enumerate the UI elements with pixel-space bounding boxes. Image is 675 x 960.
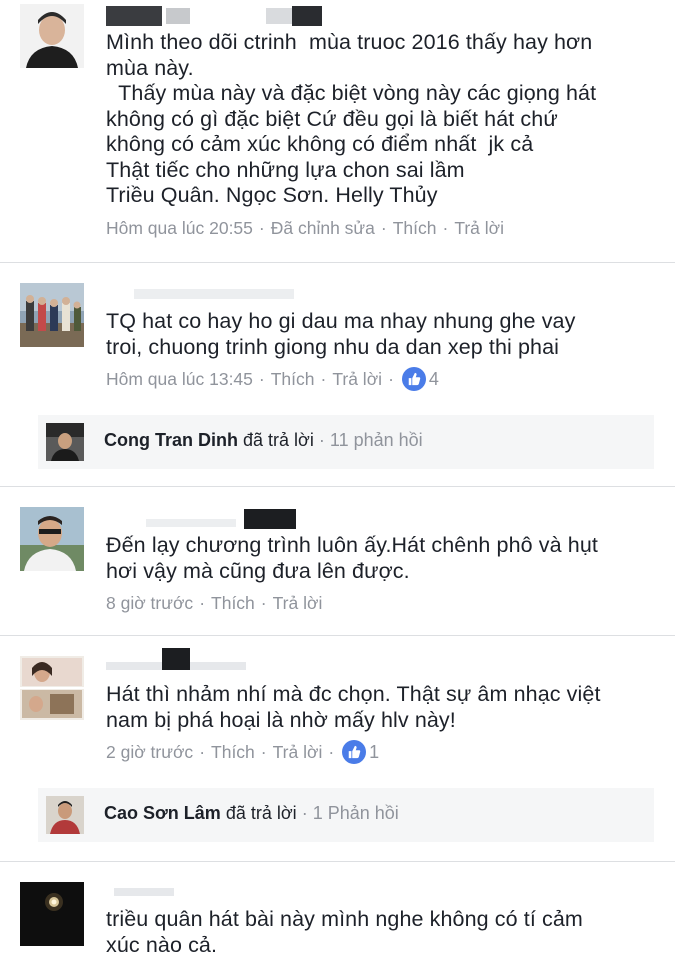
comment-text: triều quân hát bài này mình nghe không c… <box>106 907 583 957</box>
comment-text: Mình theo dõi ctrinh mùa truoc 2016 thấy… <box>106 30 597 207</box>
reply-button[interactable]: Trả lời <box>273 742 323 763</box>
avatar[interactable] <box>46 796 84 834</box>
like-button[interactable]: Thích <box>211 742 255 763</box>
separator: · <box>260 741 267 762</box>
separator: · <box>318 430 325 450</box>
timestamp[interactable]: 8 giờ trước <box>106 593 193 614</box>
timestamp[interactable]: Hôm qua lúc 20:55 <box>106 218 253 239</box>
like-button[interactable]: Thích <box>393 218 437 239</box>
separator: · <box>388 368 394 389</box>
reply-button[interactable]: Trả lời <box>454 218 504 239</box>
redacted-name <box>106 6 326 28</box>
like-button[interactable]: Thích <box>271 369 315 390</box>
separator: · <box>260 593 267 613</box>
separator: · <box>442 218 449 238</box>
comment: Đến lạy chương trình luôn ấy.Hát chênh p… <box>0 487 675 635</box>
separator: · <box>199 741 206 762</box>
avatar[interactable] <box>20 507 84 571</box>
avatar[interactable] <box>20 283 84 347</box>
separator: · <box>328 741 335 762</box>
separator: · <box>320 368 327 389</box>
like-count[interactable]: 4 <box>429 369 439 390</box>
comment: Mình theo dõi ctrinh mùa truoc 2016 thấy… <box>0 0 675 262</box>
reply-author-name[interactable]: Cong Tran Dinh <box>104 430 238 450</box>
comment: triều quân hát bài này mình nghe không c… <box>0 862 675 960</box>
comment-text: Đến lạy chương trình luôn ấy.Hát chênh p… <box>106 533 598 583</box>
redacted-name <box>106 285 306 307</box>
separator: · <box>258 368 265 389</box>
comment-meta: 2 giờ trước · Thích · Trả lời · 1 <box>106 740 379 764</box>
separator: · <box>301 803 308 823</box>
comment-text: TQ hat co hay ho gi dau ma nhay nhung gh… <box>106 309 576 359</box>
like-count[interactable]: 1 <box>369 742 379 763</box>
reply-summary-line[interactable]: Cong Tran Dinh đã trả lời · 11 phản hồi <box>104 430 423 451</box>
separator: · <box>199 593 206 613</box>
like-button[interactable]: Thích <box>211 593 255 614</box>
reply-count[interactable]: 11 phản hồi <box>330 430 423 450</box>
avatar[interactable] <box>20 4 84 68</box>
timestamp[interactable]: Hôm qua lúc 13:45 <box>106 369 253 390</box>
separator: · <box>380 218 387 238</box>
comment-meta: Hôm qua lúc 20:55 · Đã chỉnh sửa · Thích… <box>106 218 504 239</box>
redacted-name <box>106 880 306 902</box>
reply-summary-line[interactable]: Cao Sơn Lâm đã trả lời · 1 Phản hồi <box>104 803 399 824</box>
thumbs-up-icon <box>401 367 426 391</box>
reply-count[interactable]: 1 Phản hồi <box>313 803 399 823</box>
reply-button[interactable]: Trả lời <box>332 369 382 390</box>
comment-text: Hát thì nhảm nhí mà đc chọn. Thật sự âm … <box>106 682 601 732</box>
replies-summary[interactable]: Cao Sơn Lâm đã trả lời · 1 Phản hồi <box>38 788 654 842</box>
edited-label[interactable]: Đã chỉnh sửa <box>271 218 375 239</box>
comment: Hát thì nhảm nhí mà đc chọn. Thật sự âm … <box>0 636 675 861</box>
comment-meta: 8 giờ trước · Thích · Trả lời <box>106 593 322 614</box>
avatar[interactable] <box>20 656 84 720</box>
timestamp[interactable]: 2 giờ trước <box>106 742 193 763</box>
avatar[interactable] <box>46 423 84 461</box>
redacted-name <box>106 646 306 670</box>
avatar[interactable] <box>20 882 84 946</box>
reply-verb: đã trả lời <box>243 430 314 450</box>
comment-meta: Hôm qua lúc 13:45 · Thích · Trả lời · 4 <box>106 367 439 391</box>
comment: TQ hat co hay ho gi dau ma nhay nhung gh… <box>0 263 675 486</box>
replies-summary[interactable]: Cong Tran Dinh đã trả lời · 11 phản hồi <box>38 415 654 469</box>
reply-author-name[interactable]: Cao Sơn Lâm <box>104 803 221 823</box>
reply-button[interactable]: Trả lời <box>273 593 323 614</box>
redacted-name <box>106 509 306 531</box>
thumbs-up-icon <box>342 740 367 764</box>
separator: · <box>258 218 265 238</box>
reply-verb: đã trả lời <box>225 803 297 823</box>
